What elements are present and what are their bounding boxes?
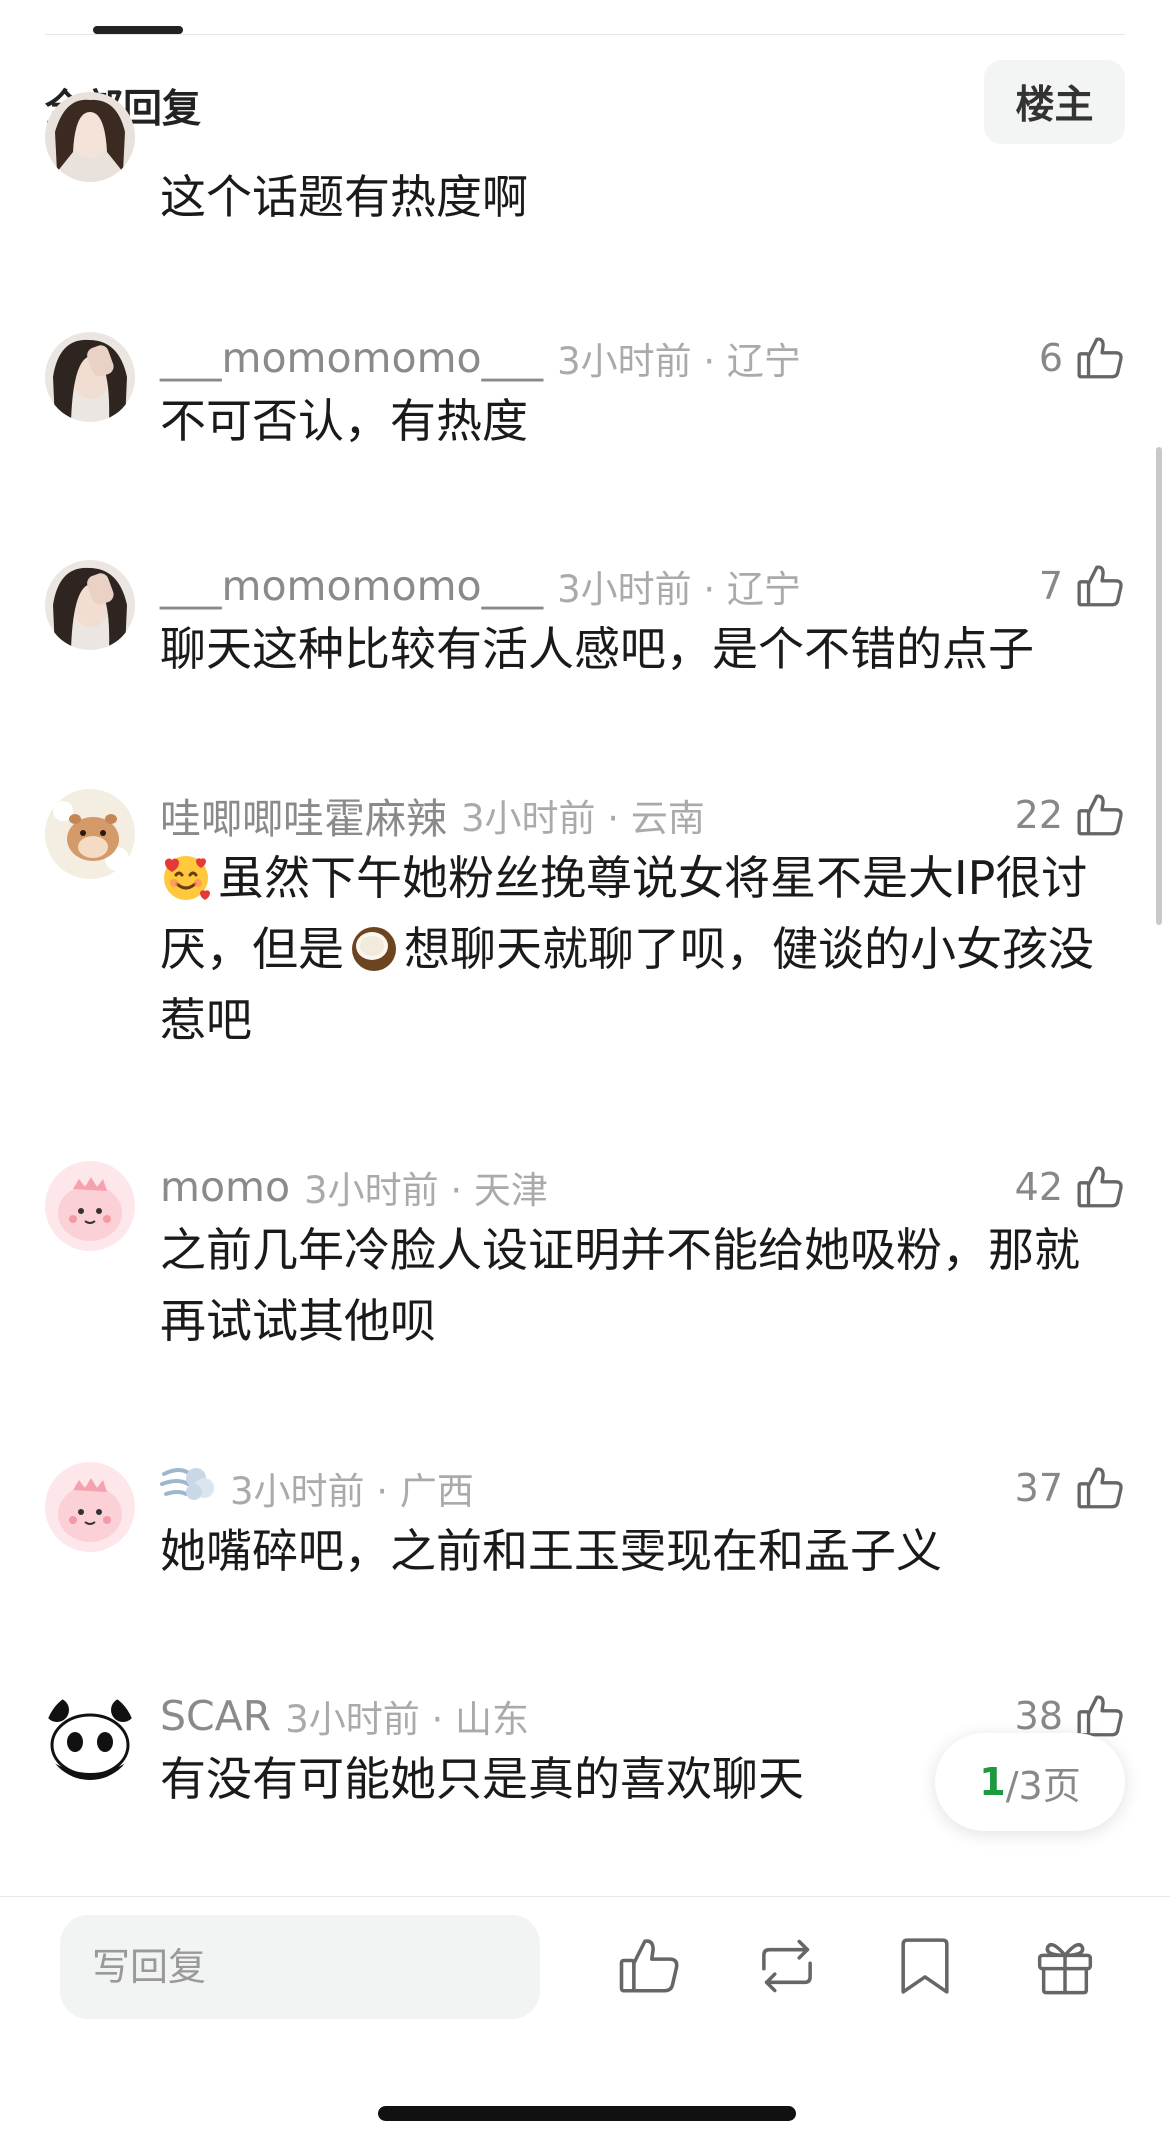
comment-text: 聊天这种比较有活人感吧，是个不错的点子 <box>160 622 1034 676</box>
username[interactable]: ___momomomo___ <box>160 562 543 610</box>
thumbs-up-icon <box>1075 1162 1125 1212</box>
comment-meta: ___momomomo___ 3小时前 · 辽宁 <box>160 560 801 612</box>
op-only-button[interactable]: 楼主 <box>984 60 1125 144</box>
timestamp-location: 3小时前 · 天津 <box>304 1169 548 1212</box>
comment-text: 这个话题有热度啊 <box>160 170 528 224</box>
username[interactable]: ___momomomo___ <box>160 334 543 382</box>
total-pages: /3页 <box>1005 1763 1081 1808</box>
like-post-button[interactable] <box>614 1933 684 2003</box>
like-button[interactable]: 7 <box>1039 558 1125 614</box>
repost-button[interactable] <box>752 1933 822 2003</box>
timestamp-location: 3小时前 · 辽宁 <box>557 568 801 611</box>
timestamp-location: 3小时前 · 广西 <box>230 1470 474 1513</box>
like-count: 37 <box>1014 1466 1063 1510</box>
coconut-icon <box>348 922 400 974</box>
avatar[interactable] <box>45 1462 135 1552</box>
like-count: 6 <box>1038 336 1063 380</box>
comment-meta: SCAR 3小时前 · 山东 <box>160 1690 529 1742</box>
comment-text: 不可否认，有热度 <box>160 394 528 448</box>
home-indicator[interactable] <box>378 2106 796 2121</box>
comment-text: 之前几年冷脸人设证明并不能给她吸粉，那就再试试其他呗 <box>160 1223 1080 1348</box>
repost-icon <box>753 1933 821 2003</box>
thumbs-up-icon <box>616 1933 682 2003</box>
username[interactable]: 哇唧唧哇霍麻辣 <box>160 785 447 845</box>
username[interactable]: SCAR <box>160 1692 271 1740</box>
timestamp-location: 3小时前 · 山东 <box>285 1698 530 1741</box>
timestamp-location: 3小时前 · 云南 <box>461 797 705 840</box>
thumbs-up-icon <box>1075 1463 1125 1513</box>
username[interactable]: momo <box>160 1163 290 1211</box>
comment-meta: 哇唧唧哇霍麻辣 3小时前 · 云南 <box>160 789 705 843</box>
avatar[interactable] <box>45 1161 135 1251</box>
bookmark-button[interactable] <box>890 1933 960 2003</box>
page-indicator[interactable]: 1/3页 <box>935 1733 1125 1831</box>
comment-text: 虽然下午她粉丝挽尊说女将星不是大IP很讨厌，但是 想聊天就聊了呗，健谈的小女孩没惹… <box>160 843 1120 1056</box>
avatar[interactable] <box>45 1690 135 1780</box>
like-button[interactable]: 6 <box>1039 330 1125 386</box>
avatar[interactable] <box>45 789 135 879</box>
avatar[interactable] <box>45 560 135 650</box>
avatar[interactable] <box>45 92 135 182</box>
bookmark-icon <box>895 1933 955 2003</box>
gift-button[interactable] <box>1030 1933 1100 2003</box>
tab-indicator <box>93 26 183 34</box>
thumbs-up-icon <box>1075 790 1125 840</box>
like-button[interactable]: 22 <box>1015 787 1125 843</box>
comment-text: 她嘴碎吧，之前和王玉雯现在和孟子义 <box>160 1524 942 1578</box>
like-count: 38 <box>1014 1694 1063 1738</box>
scrollbar[interactable] <box>1156 447 1162 925</box>
dash-emoji-icon[interactable] <box>160 1460 216 1516</box>
gift-icon <box>1033 1933 1097 2003</box>
comment-meta: ___momomomo___ 3小时前 · 辽宁 <box>160 332 801 384</box>
thumbs-up-icon <box>1075 561 1125 611</box>
top-divider <box>45 34 1125 35</box>
like-count: 22 <box>1014 793 1063 837</box>
smiling-face-with-hearts-icon <box>160 851 212 903</box>
avatar[interactable] <box>45 332 135 422</box>
like-count: 7 <box>1038 564 1063 608</box>
bottom-action-bar <box>0 1897 1170 2141</box>
current-page: 1 <box>979 1760 1006 1804</box>
thumbs-up-icon <box>1075 333 1125 383</box>
like-button[interactable]: 37 <box>1015 1460 1125 1516</box>
comment-meta: momo 3小时前 · 天津 <box>160 1161 548 1213</box>
like-count: 42 <box>1014 1165 1063 1209</box>
reply-input[interactable] <box>60 1915 540 2019</box>
like-button[interactable]: 42 <box>1015 1159 1125 1215</box>
timestamp-location: 3小时前 · 辽宁 <box>557 340 801 383</box>
replies-header: 全部回复 楼主 <box>45 58 1125 144</box>
comment-meta: 3小时前 · 广西 <box>160 1462 474 1514</box>
